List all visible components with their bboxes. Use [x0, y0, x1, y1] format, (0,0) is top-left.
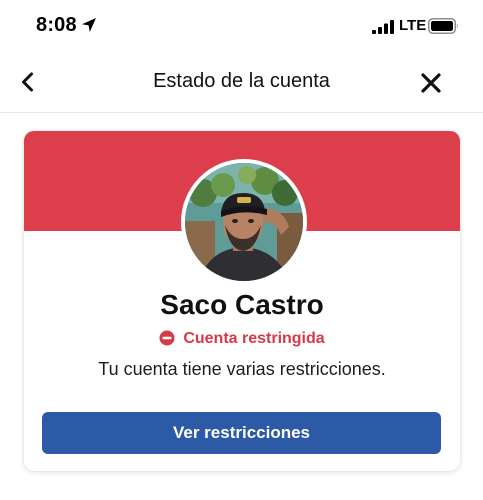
page-title: Estado de la cuenta — [153, 70, 330, 92]
status-label: Cuenta restringida — [183, 330, 325, 347]
signal-bars-icon — [372, 20, 394, 34]
account-name: Saco Castro — [160, 289, 324, 320]
account-status-card: Saco Castro Cuenta restringida Tu cuenta… — [24, 131, 460, 471]
view-restrictions-button[interactable]: Ver restricciones — [42, 412, 441, 454]
avatar — [181, 159, 307, 285]
location-arrow-icon — [82, 18, 96, 32]
status-time: 8:08 — [36, 14, 77, 36]
account-status: Cuenta restringida — [24, 330, 460, 348]
navigation-header: Estado de la cuenta — [0, 56, 483, 113]
battery-icon — [428, 18, 458, 34]
profile-photo — [185, 163, 303, 281]
status-description: Tu cuenta tiene varias restricciones. — [98, 359, 386, 379]
network-label: LTE — [399, 17, 427, 34]
restricted-icon — [159, 330, 175, 346]
close-icon[interactable] — [420, 72, 442, 94]
status-bar: 8:08 LTE — [0, 0, 483, 50]
